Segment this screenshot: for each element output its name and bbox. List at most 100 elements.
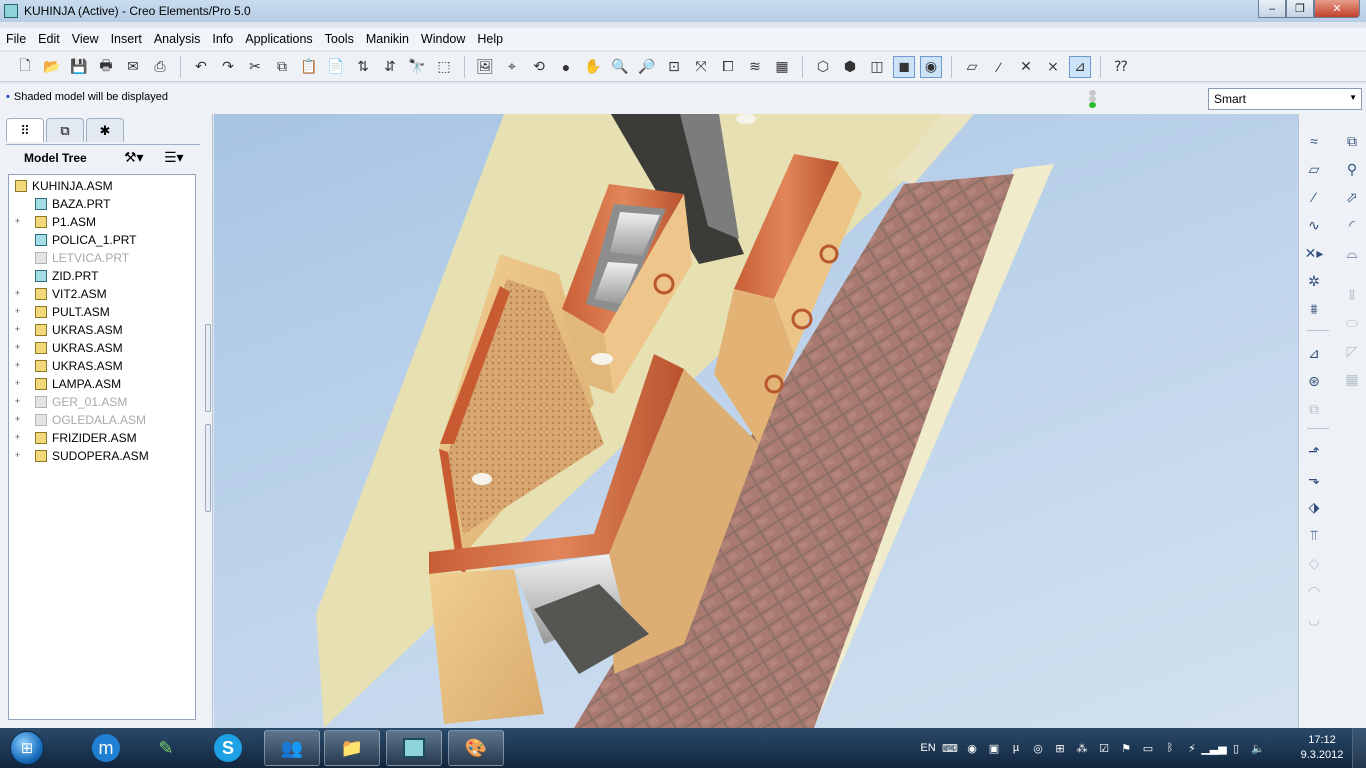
paste-special-icon[interactable]: 📄 (325, 56, 347, 78)
taskbar-app-creo-icon[interactable] (386, 730, 442, 766)
open-folder-icon[interactable]: 📂 (41, 56, 63, 78)
no-hidden-icon[interactable]: ◫ (866, 56, 888, 78)
show-desktop-button[interactable] (1352, 728, 1366, 768)
splitter-handle[interactable] (205, 324, 211, 412)
menu-analysis[interactable]: Analysis (148, 32, 207, 46)
manikin-view-icon[interactable]: ⬗ (1303, 496, 1325, 518)
datum-planes-icon[interactable]: ▱ (961, 56, 983, 78)
refit-icon[interactable]: ⊡ (663, 56, 685, 78)
taskbar-app-paint-icon[interactable]: 🎨 (448, 730, 504, 766)
wireframe-icon[interactable]: ⬡ (812, 56, 834, 78)
taskbar-app-maxthon-icon[interactable]: m (78, 730, 134, 766)
menu-applications[interactable]: Applications (239, 32, 318, 46)
find-feature-icon[interactable]: ⊛ (1303, 370, 1325, 392)
save-icon[interactable]: 💾 (68, 56, 90, 78)
menu-view[interactable]: View (66, 32, 105, 46)
layers-icon[interactable]: ≋ (744, 56, 766, 78)
datum-curve-icon[interactable]: ∿ (1303, 214, 1325, 236)
tree-item[interactable]: + P1.ASM (9, 213, 195, 231)
tree-item[interactable]: LETVICA.PRT (9, 249, 195, 267)
tree-item[interactable]: + GER_01.ASM (9, 393, 195, 411)
tray-app-icon[interactable]: ▣ (986, 740, 1002, 756)
splitter-handle[interactable] (205, 424, 211, 512)
minimize-button[interactable]: – (1258, 0, 1286, 18)
package-icon[interactable]: ⬀ (1341, 186, 1363, 208)
signal-icon[interactable]: ▁▃▅ (1201, 740, 1226, 756)
tree-root[interactable]: KUHINJA.ASM (9, 177, 195, 195)
zoom-out-icon[interactable]: 🔎 (636, 56, 658, 78)
tree-item[interactable]: + PULT.ASM (9, 303, 195, 321)
tree-item[interactable]: + UKRAS.ASM (9, 339, 195, 357)
orient-mode-icon[interactable]: ⟲ (528, 56, 550, 78)
expand-icon[interactable]: + (13, 306, 22, 317)
language-indicator[interactable]: EN (920, 740, 936, 756)
settings-tools-icon[interactable]: ⚒▾ (124, 149, 144, 166)
graphics-window[interactable] (214, 114, 1298, 728)
undo-icon[interactable]: ↶ (190, 56, 212, 78)
display-icon[interactable]: ▭ (1140, 740, 1156, 756)
tree-item[interactable]: + SUDOPERA.ASM (9, 447, 195, 465)
datum-points-icon[interactable]: ✕ (1015, 56, 1037, 78)
zoom-in-icon[interactable]: 🔍 (609, 56, 631, 78)
hidden-line-icon[interactable]: ⬢ (839, 56, 861, 78)
expand-icon[interactable]: + (13, 396, 22, 407)
coordinate-systems-icon[interactable]: ⨯ (1042, 56, 1064, 78)
lamp-shade[interactable] (472, 473, 492, 485)
paste-icon[interactable]: 📋 (298, 56, 320, 78)
expand-icon[interactable]: + (13, 432, 22, 443)
saved-views-icon[interactable]: ⧠ (717, 56, 739, 78)
taskbar-app-explorer-icon[interactable]: 📁 (324, 730, 380, 766)
select-box-icon[interactable]: ⬚ (433, 56, 455, 78)
expand-icon[interactable]: + (13, 414, 22, 425)
clock[interactable]: 17:12 9.3.2012 (1298, 733, 1346, 763)
manikin-insert-icon[interactable]: ⬏ (1303, 440, 1325, 462)
panel-splitter[interactable] (205, 324, 211, 624)
new-file-icon[interactable]: 🗋 (14, 56, 36, 78)
expand-icon[interactable]: + (13, 342, 22, 353)
show-menu-icon[interactable]: ☰▾ (164, 149, 184, 166)
datum-axes-icon[interactable]: ⁄ (988, 56, 1010, 78)
model-tree-tab-icon[interactable]: ⠿ (6, 118, 44, 142)
battery-icon[interactable]: ▯ (1228, 740, 1244, 756)
manikin-pose-icon[interactable]: ⬎ (1303, 468, 1325, 490)
lamp-shade[interactable] (591, 353, 613, 365)
coordinate-system-icon[interactable]: ✲ (1303, 270, 1325, 292)
selection-filter-dropdown[interactable]: Smart (1208, 88, 1362, 110)
tree-item[interactable]: + OGLEDALA.ASM (9, 411, 195, 429)
annotation-icon[interactable]: ⊿ (1303, 342, 1325, 364)
reorient-icon[interactable]: ⤧ (690, 56, 712, 78)
menu-insert[interactable]: Insert (105, 32, 148, 46)
analysis-feature-icon[interactable]: ⩩ (1303, 298, 1325, 320)
tree-item[interactable]: POLICA_1.PRT (9, 231, 195, 249)
folder-browser-tab-icon[interactable]: ⧉ (46, 118, 84, 142)
view-manager-icon[interactable]: ▦ (771, 56, 793, 78)
taskbar-app-quill-icon[interactable]: ✎ (138, 730, 194, 766)
start-button[interactable]: ⊞ (2, 729, 52, 767)
context-help-icon[interactable]: ⁇ (1110, 56, 1132, 78)
power-icon[interactable]: ⚡ (1184, 740, 1200, 756)
print-icon[interactable]: 🖶 (95, 56, 117, 78)
appearance-icon[interactable]: ● (555, 56, 577, 78)
lamp-shade[interactable] (736, 114, 756, 124)
tree-item[interactable]: + VIT2.ASM (9, 285, 195, 303)
expand-icon[interactable]: + (13, 450, 22, 461)
taskbar-app-skype-icon[interactable]: S (200, 730, 256, 766)
menu-info[interactable]: Info (206, 32, 239, 46)
tray-app-icon[interactable]: ⊞ (1052, 740, 1068, 756)
create-surface-icon[interactable]: ◜ (1341, 214, 1363, 236)
menu-tools[interactable]: Tools (319, 32, 360, 46)
reach-envelope-icon[interactable]: ⫪ (1303, 524, 1325, 546)
expand-icon[interactable]: + (13, 324, 22, 335)
menu-file[interactable]: File (0, 32, 32, 46)
tree-item[interactable]: BAZA.PRT (9, 195, 195, 213)
expand-icon[interactable]: + (13, 288, 22, 299)
security-icon[interactable]: ☑ (1096, 740, 1112, 756)
regenerate-manager-icon[interactable]: ⇵ (379, 56, 401, 78)
shading-icon[interactable]: ◼ (893, 55, 915, 78)
copy-icon[interactable]: ⧉ (271, 56, 293, 78)
repaint-icon[interactable]: 🖼 (474, 56, 496, 78)
menu-window[interactable]: Window (415, 32, 471, 46)
network-share-icon[interactable]: ⁂ (1074, 740, 1090, 756)
taskbar-app-messenger-icon[interactable]: 👥 (264, 730, 320, 766)
expand-icon[interactable]: + (13, 378, 22, 389)
